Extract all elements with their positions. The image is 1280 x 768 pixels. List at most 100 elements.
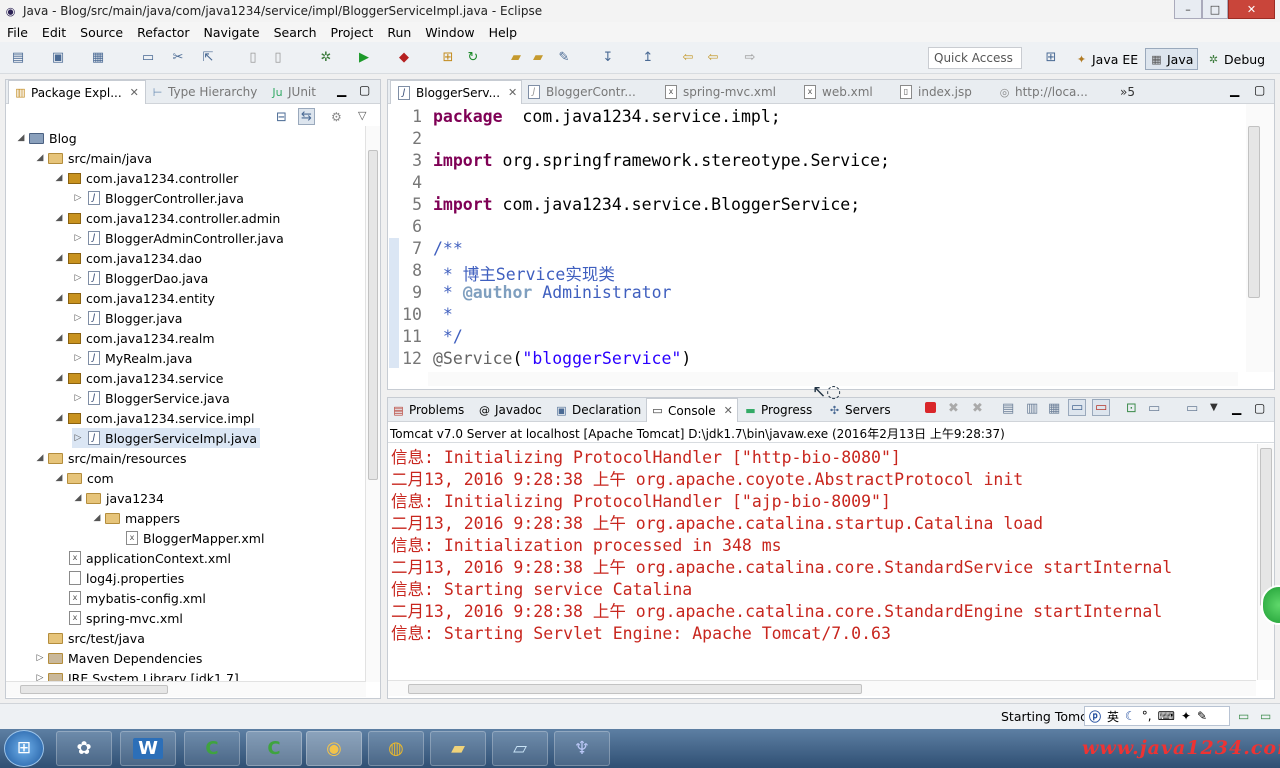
console-hscroll[interactable] [388,680,1256,696]
new-icon[interactable]: ▤ [10,50,26,66]
tab-junit[interactable]: Ju JUnit [271,80,316,104]
expanded-arrow-icon[interactable]: ◢ [53,473,65,483]
minimize-console-icon[interactable]: ▁ [1232,401,1241,415]
code-line[interactable]: * [433,305,453,324]
show-stdout-icon[interactable]: ▭ [1068,399,1087,416]
tree-item[interactable]: ◢ com.java1234.controller [53,168,239,188]
tab-bloggercontroller[interactable]: J BloggerContr... [526,80,636,104]
show-stderr-icon[interactable]: ▭ [1092,399,1111,416]
expanded-arrow-icon[interactable]: ◢ [72,493,84,503]
taskbar-word-icon[interactable]: W [120,731,176,766]
close-tab-icon[interactable]: ✕ [508,86,517,99]
paste-icon[interactable]: ▯ [270,50,286,66]
tree-item[interactable]: x spring-mvc.xml [53,608,183,628]
tab-package-explorer[interactable]: ▥ Package Expl... ✕ [8,80,146,104]
status-menu-icon[interactable]: ▭ [1260,709,1271,723]
taskbar-fish-app-icon[interactable]: ♆ [554,731,610,766]
expanded-arrow-icon[interactable]: ◢ [53,413,65,423]
open-perspective-icon[interactable]: ⊞ [1043,50,1059,66]
tree-item[interactable]: ◢ com.java1234.dao [53,248,202,268]
explorer-hscroll[interactable] [6,681,366,697]
minimize-editor-icon[interactable]: ▁ [1230,83,1239,97]
quick-access-input[interactable]: Quick Access [928,47,1022,69]
close-tab-icon[interactable]: ✕ [724,404,733,417]
display-console-icon[interactable]: ▭ [1148,401,1160,416]
code-line[interactable]: import org.springframework.stereotype.Se… [433,151,890,170]
tree-item[interactable]: x mybatis-config.xml [53,588,206,608]
expanded-arrow-icon[interactable]: ◢ [15,133,27,143]
pin-console-icon[interactable]: ⊡ [1126,401,1137,416]
punct-icon[interactable]: °, [1142,709,1152,723]
tree-item[interactable]: ◢ com.java1234.service.impl [53,408,255,428]
tree-item[interactable]: ◢ mappers [91,508,181,528]
code-line[interactable]: * @author Administrator [433,283,672,302]
ime-language[interactable]: 英 [1107,708,1119,725]
menu-run[interactable]: Run [380,25,418,40]
code-line[interactable]: @Service("bloggerService") [433,349,691,368]
cursor-icon[interactable]: ⇱ [200,50,216,66]
tree-item[interactable]: ◢ com.java1234.service [53,368,224,388]
collapsed-arrow-icon[interactable]: ▷ [72,393,84,403]
view-menu-icon[interactable]: ▽ [358,109,366,122]
collapsed-arrow-icon[interactable]: ▷ [72,273,84,283]
minimize-view-icon[interactable]: ▁ [337,83,346,97]
open-console-icon[interactable]: ▭ [1186,401,1198,416]
expanded-arrow-icon[interactable]: ◢ [53,213,65,223]
cut-icon[interactable]: ✂ [170,50,186,66]
tree-item[interactable]: ◢ java1234 [72,488,164,508]
save-icon[interactable]: ▣ [50,50,66,66]
view-settings-icon[interactable]: ⚙ [331,110,342,124]
tree-item[interactable]: ◢ com [53,468,114,488]
remove-all-icon[interactable]: ✖ [972,401,983,416]
open-folder-2-icon[interactable]: ▰ [530,50,546,66]
collapsed-arrow-icon[interactable]: ▷ [72,313,84,323]
maximize-console-icon[interactable]: ▢ [1254,401,1265,415]
expanded-arrow-icon[interactable]: ◢ [53,333,65,343]
tab-javadoc[interactable]: @ Javadoc [478,398,542,422]
tree-item[interactable]: ▷ J MyRealm.java [72,348,193,368]
taskbar-notepad-icon[interactable]: ▱ [492,731,548,766]
collapsed-arrow-icon[interactable]: ▷ [72,353,84,363]
wrench-icon[interactable]: ✎ [1197,709,1207,723]
maximize-view-icon[interactable]: ▢ [359,83,370,97]
remove-launch-icon[interactable]: ✖ [948,401,959,416]
prev-annotation-icon[interactable]: ↥ [640,50,656,66]
tree-item[interactable]: x applicationContext.xml [53,548,231,568]
tree-item[interactable]: ◢ Blog [15,128,77,148]
tab-declaration[interactable]: ▣ Declaration [555,398,641,422]
tree-item[interactable]: ▷ J BloggerDao.java [72,268,209,288]
tree-item[interactable]: ◢ com.java1234.realm [53,328,215,348]
menu-window[interactable]: Window [418,25,481,40]
perspective-java[interactable]: ▦ Java [1145,48,1199,70]
copy-icon[interactable]: ▯ [245,50,261,66]
tree-item[interactable]: ▷ J BloggerService.java [72,388,230,408]
tab-web-xml[interactable]: x web.xml [802,80,873,104]
taskbar-camtasia-icon[interactable]: C [184,731,240,766]
refresh-icon[interactable]: ↻ [465,50,481,66]
tree-item[interactable]: x BloggerMapper.xml [110,528,264,548]
tree-item[interactable]: ▷ Maven Dependencies [34,648,203,668]
start-button[interactable]: ⊞ [4,730,44,767]
tree-item[interactable]: ▷ J Blogger.java [72,308,183,328]
code-line[interactable]: /** [433,239,463,258]
collapse-all-icon[interactable]: ⊟ [276,110,287,125]
forward-icon[interactable]: ⇨ [742,50,758,66]
last-edit-icon[interactable]: ⇦ [680,50,696,66]
explorer-vscroll-thumb[interactable] [368,150,378,480]
tree-item[interactable]: ◢ src/main/resources [34,448,187,468]
close-tab-icon[interactable]: ✕ [130,86,139,99]
tab-spring-mvc-xml[interactable]: x spring-mvc.xml [663,80,776,104]
tree-item[interactable]: ▷ J BloggerController.java [72,188,244,208]
taskbar-eclipse-icon[interactable]: ◉ [306,731,362,766]
menu-file[interactable]: File [0,25,35,40]
code-line[interactable]: package com.java1234.service.impl; [433,107,781,126]
taskbar-explorer-icon[interactable]: ▰ [430,731,486,766]
console-hscroll-thumb[interactable] [408,684,862,694]
menu-refactor[interactable]: Refactor [130,25,196,40]
code-line[interactable]: import com.java1234.service.BloggerServi… [433,195,860,214]
editor-vscroll[interactable] [1246,104,1274,372]
next-annotation-icon[interactable]: ↧ [600,50,616,66]
collapsed-arrow-icon[interactable]: ▷ [72,193,84,203]
terminate-icon[interactable] [925,402,936,413]
status-panel-icon[interactable]: ▭ [1238,709,1249,723]
